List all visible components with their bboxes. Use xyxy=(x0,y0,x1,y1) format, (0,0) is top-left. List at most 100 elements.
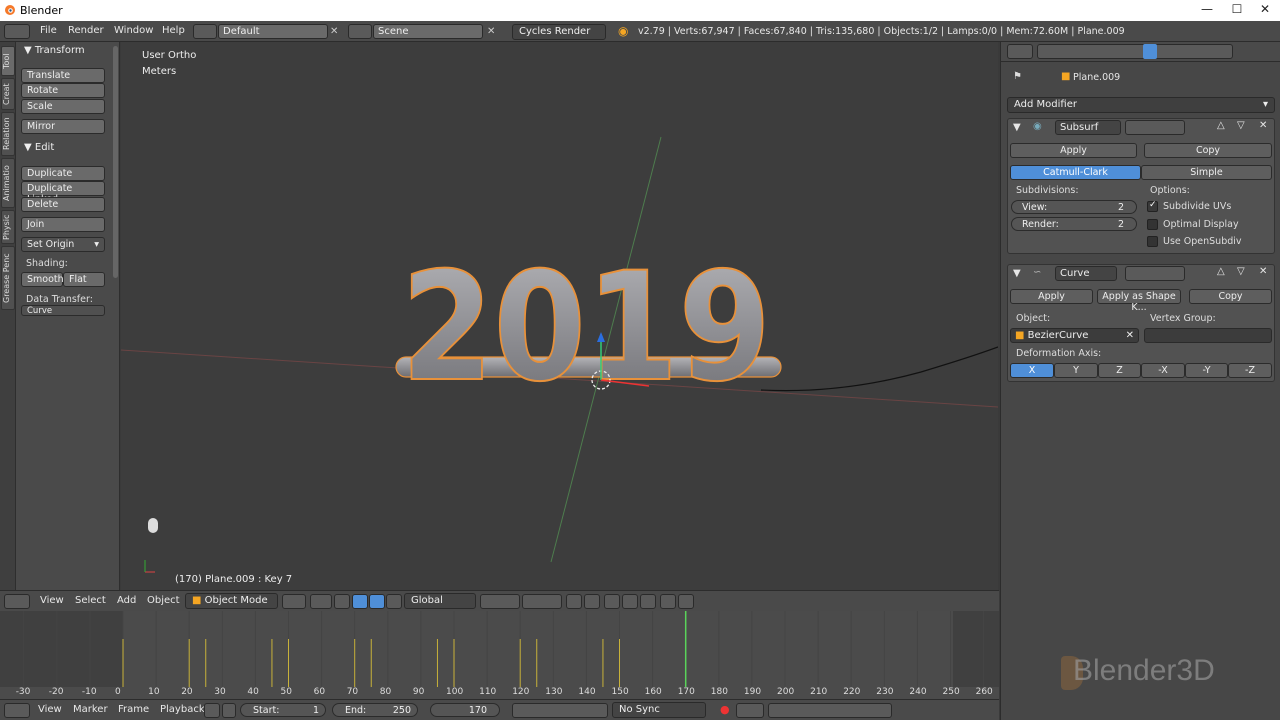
tab-tool[interactable]: Tool xyxy=(1,46,15,76)
editor-type-properties-icon[interactable] xyxy=(1007,44,1033,59)
transform-panel-header[interactable]: ▼ Transform xyxy=(24,45,85,56)
use-opensubdiv-checkbox[interactable] xyxy=(1147,236,1158,247)
playback-controls[interactable] xyxy=(512,703,608,718)
timeline[interactable] xyxy=(0,611,999,699)
curve-name-field[interactable]: Curve xyxy=(1055,266,1117,281)
close-button[interactable]: ✕ xyxy=(1250,2,1280,19)
delete-button[interactable]: Delete xyxy=(21,197,105,212)
curve-move-up-icon[interactable]: △ xyxy=(1217,266,1225,277)
modifier-tab-icon[interactable] xyxy=(1143,44,1157,59)
curve-copy-button[interactable]: Copy xyxy=(1189,289,1272,304)
snap-target-icon[interactable] xyxy=(640,594,656,609)
orientation-dropdown[interactable]: Global xyxy=(404,593,476,609)
layers-icon[interactable] xyxy=(480,594,520,609)
curve-visibility-icons[interactable] xyxy=(1125,266,1185,281)
render-layer-icon[interactable] xyxy=(584,594,600,609)
curve-object-field[interactable]: ■ BezierCurve ✕ xyxy=(1010,328,1139,343)
keying-set-field[interactable] xyxy=(768,703,892,718)
optimal-display-checkbox[interactable] xyxy=(1147,219,1158,230)
axis-y-button[interactable]: Y xyxy=(1054,363,1098,378)
menu-playback[interactable]: Playback xyxy=(160,704,205,715)
menu-marker[interactable]: Marker xyxy=(73,704,108,715)
axis-z-button[interactable]: Z xyxy=(1098,363,1141,378)
menu-help[interactable]: Help xyxy=(162,25,185,36)
pin-icon[interactable]: ⚑ xyxy=(1013,71,1022,82)
menu-tl-view[interactable]: View xyxy=(38,704,62,715)
catmull-clark-button[interactable]: Catmull-Clark xyxy=(1010,165,1141,180)
proportional-icon[interactable] xyxy=(604,594,620,609)
duplicate-button[interactable]: Duplicate xyxy=(21,166,105,181)
manipulator-icon[interactable] xyxy=(334,594,350,609)
menu-render[interactable]: Render xyxy=(68,25,104,36)
tab-relation[interactable]: Relation xyxy=(1,112,15,156)
mode-dropdown[interactable]: ■ Object Mode xyxy=(185,593,278,609)
minimize-button[interactable]: — xyxy=(1192,2,1222,19)
snap-icon[interactable] xyxy=(622,594,638,609)
curve-remove-icon[interactable]: ✕ xyxy=(1259,266,1267,277)
editor-type-info-icon[interactable] xyxy=(4,24,30,39)
curve-dropdown[interactable]: Curve xyxy=(21,305,105,316)
axis-x-button[interactable]: X xyxy=(1010,363,1054,378)
subsurf-apply-button[interactable]: Apply xyxy=(1010,143,1137,158)
lock-layers-icon[interactable] xyxy=(566,594,582,609)
close-scene-icon[interactable]: ✕ xyxy=(487,26,495,37)
pivot-icon[interactable] xyxy=(310,594,332,609)
menu-view[interactable]: View xyxy=(40,595,64,606)
close-layout-icon[interactable]: ✕ xyxy=(330,26,338,37)
opengl-anim-icon[interactable] xyxy=(678,594,694,609)
render-subdiv-field[interactable]: Render: 2 xyxy=(1011,217,1137,231)
rotate-manip-icon[interactable] xyxy=(369,594,385,609)
layers2-icon[interactable] xyxy=(522,594,562,609)
simple-button[interactable]: Simple xyxy=(1141,165,1272,180)
scene-icon[interactable] xyxy=(348,24,372,39)
menu-select[interactable]: Select xyxy=(75,595,106,606)
translate-button[interactable]: Translate xyxy=(21,68,105,83)
toolshelf-scrollbar[interactable] xyxy=(113,46,118,278)
rotate-button[interactable]: Rotate xyxy=(21,83,105,98)
subdivide-uvs-checkbox[interactable]: ✓ xyxy=(1147,200,1158,212)
screen-layout-field[interactable]: Default xyxy=(218,24,328,39)
start-frame-field[interactable]: Start: 1 xyxy=(240,703,326,717)
end-frame-field[interactable]: End: 250 xyxy=(332,703,418,717)
scale-manip-icon[interactable] xyxy=(386,594,402,609)
shading-icon[interactable] xyxy=(282,594,306,609)
add-modifier-dropdown[interactable]: Add Modifier ▾ xyxy=(1007,97,1275,113)
curve-apply-button[interactable]: Apply xyxy=(1010,289,1093,304)
tab-animation[interactable]: Animatio xyxy=(1,158,15,208)
subsurf-move-up-icon[interactable]: △ xyxy=(1217,120,1225,131)
menu-add[interactable]: Add xyxy=(117,595,136,606)
subsurf-move-down-icon[interactable]: ▽ xyxy=(1237,120,1245,131)
axis-neg-x-button[interactable]: -X xyxy=(1141,363,1185,378)
tab-create[interactable]: Creat xyxy=(1,78,15,110)
screen-layout-icon[interactable] xyxy=(193,24,217,39)
view-subdiv-field[interactable]: View: 2 xyxy=(1011,200,1137,214)
current-frame-field[interactable]: 170 xyxy=(430,703,500,717)
duplicate-linked-button[interactable]: Duplicate Linked xyxy=(21,181,105,205)
subsurf-name-field[interactable]: Subsurf xyxy=(1055,120,1121,135)
subsurf-collapse-icon[interactable]: ▼ xyxy=(1013,122,1021,133)
scene-field[interactable]: Scene xyxy=(373,24,483,39)
subsurf-copy-button[interactable]: Copy xyxy=(1144,143,1272,158)
axis-neg-z-button[interactable]: -Z xyxy=(1228,363,1272,378)
opengl-render-icon[interactable] xyxy=(660,594,676,609)
subsurf-remove-icon[interactable]: ✕ xyxy=(1259,120,1267,131)
scale-button[interactable]: Scale xyxy=(21,99,105,114)
context-tabs[interactable] xyxy=(1037,44,1233,59)
apply-as-shape-button[interactable]: Apply as Shape K... xyxy=(1097,289,1181,313)
join-button[interactable]: Join xyxy=(21,217,105,232)
menu-file[interactable]: File xyxy=(40,25,57,36)
record-icon[interactable]: ● xyxy=(720,703,730,716)
curve-move-down-icon[interactable]: ▽ xyxy=(1237,266,1245,277)
clear-object-icon[interactable]: ✕ xyxy=(1126,330,1134,341)
set-origin-dropdown[interactable]: Set Origin ▾ xyxy=(21,237,105,252)
vertex-group-field[interactable] xyxy=(1144,328,1272,343)
maximize-button[interactable]: ☐ xyxy=(1222,2,1252,19)
edit-panel-header[interactable]: ▼ Edit xyxy=(24,142,54,153)
mirror-button[interactable]: Mirror xyxy=(21,119,105,134)
axis-neg-y-button[interactable]: -Y xyxy=(1185,363,1228,378)
menu-object[interactable]: Object xyxy=(147,595,180,606)
keying-icon[interactable] xyxy=(736,703,764,718)
editor-type-3d-icon[interactable] xyxy=(4,594,30,609)
translate-manip-icon[interactable] xyxy=(352,594,368,609)
curve-collapse-icon[interactable]: ▼ xyxy=(1013,268,1021,279)
